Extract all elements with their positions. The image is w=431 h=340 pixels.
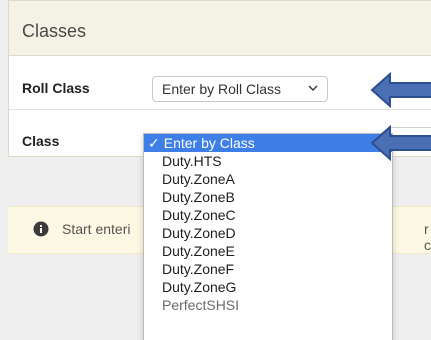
dropdown-option[interactable]: Duty.ZoneG [144, 278, 392, 296]
left-arrow-icon [370, 125, 431, 161]
class-label: Class [22, 133, 60, 149]
dropdown-option[interactable]: Duty.ZoneD [144, 224, 392, 242]
info-circle-icon [33, 221, 49, 237]
row-divider [9, 109, 431, 110]
left-arrow-icon [370, 72, 431, 108]
dropdown-option-selected[interactable]: ✓ Enter by Class [144, 134, 392, 152]
panel-title: Classes [22, 21, 87, 41]
alert-text-tail: r c [424, 221, 431, 253]
dropdown-option[interactable]: Duty.ZoneE [144, 242, 392, 260]
class-dropdown-list[interactable]: ✓ Enter by Class Duty.HTS Duty.ZoneA Duty… [143, 133, 393, 340]
dropdown-option[interactable]: Duty.ZoneB [144, 188, 392, 206]
dropdown-option[interactable]: Duty.HTS [144, 152, 392, 170]
alert-text: Start enteri [62, 221, 131, 237]
dropdown-option[interactable]: Duty.ZoneF [144, 260, 392, 278]
screen: Classes Roll Class Enter by Roll Class C… [0, 0, 431, 340]
roll-class-select[interactable]: Enter by Roll Class [152, 76, 328, 102]
roll-class-label: Roll Class [22, 80, 90, 96]
dropdown-option[interactable]: Duty.ZoneA [144, 170, 392, 188]
chevron-down-icon [308, 85, 318, 91]
roll-class-select-value: Enter by Roll Class [162, 81, 282, 97]
checkmark-icon: ✓ [148, 135, 160, 151]
dropdown-option[interactable]: PerfectSHSI [144, 296, 392, 314]
dropdown-option[interactable]: Duty.ZoneC [144, 206, 392, 224]
